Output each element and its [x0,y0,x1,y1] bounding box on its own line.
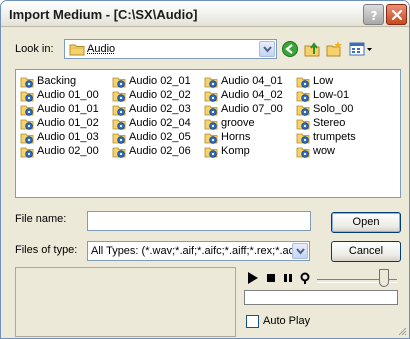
file-item-label: Audio 07_00 [221,103,283,115]
look-in-dropdown[interactable]: Audio [64,39,277,59]
loop-icon [300,272,310,284]
help-button[interactable]: ? [363,4,384,25]
file-item-label: Audio 02_03 [129,103,191,115]
volume-slider-thumb[interactable] [379,269,389,287]
pause-icon [284,274,292,282]
file-item-label: Audio 01_00 [37,89,99,101]
window-title: Import Medium - [C:\SX\Audio] [9,7,198,22]
file-item-label: Low-01 [313,89,350,101]
play-icon [248,272,258,284]
preview-panel [15,267,236,337]
file-item-label: Stereo [313,117,346,129]
audio-file-icon [296,146,311,162]
play-button[interactable] [246,271,260,285]
look-in-dropdown-button[interactable] [259,41,275,57]
file-item-label: Solo_00 [313,103,354,115]
file-item-label: Audio 02_06 [129,145,191,157]
pause-button[interactable] [281,271,295,285]
audio-file-icon [204,146,219,162]
file-item-label: Audio 02_02 [129,89,191,101]
files-of-type-value: All Types: (*.wav;*.aif;*.aifc;*.aiff;*.… [91,245,308,257]
svg-text:?: ? [371,9,378,21]
title-bar[interactable]: Import Medium - [C:\SX\Audio] ? [1,1,409,27]
stop-icon [267,274,275,282]
cancel-button[interactable]: Cancel [331,241,401,262]
file-item-label: Komp [221,145,250,157]
up-folder-button[interactable] [303,40,321,58]
file-item-label: Audio 01_03 [37,131,99,143]
chevron-down-icon [296,248,305,255]
import-medium-dialog: Import Medium - [C:\SX\Audio] ? Look in:… [0,0,410,339]
file-item-label: Backing [37,75,77,87]
look-in-label: Look in: [15,43,54,55]
file-item-label: Audio 01_01 [37,103,99,115]
files-of-type-dropdown-button[interactable] [292,243,308,259]
chevron-down-icon [263,46,272,53]
back-button[interactable] [281,40,299,58]
file-item-label: Audio 04_02 [221,89,283,101]
help-icon: ? [371,9,378,21]
new-folder-icon [326,41,342,57]
file-item-label: Audio 02_04 [129,117,191,129]
file-name-input[interactable] [87,211,311,231]
loop-button[interactable] [298,271,312,285]
files-of-type-select[interactable]: All Types: (*.wav;*.aif;*.aifc;*.aiff;*.… [87,241,310,261]
playback-progress-bar[interactable] [244,290,398,305]
audio-file-icon [112,146,127,162]
folder-icon [69,44,85,56]
auto-play-checkbox[interactable] [246,315,259,328]
file-item-label: Audio 04_01 [221,75,283,87]
new-folder-button[interactable] [325,40,343,58]
view-menu-icon [349,42,372,56]
close-button[interactable] [386,4,407,25]
file-item-label: Horns [221,131,251,143]
stop-button[interactable] [264,271,278,285]
open-button[interactable]: Open [331,212,401,233]
back-icon [282,41,298,57]
file-item-label: Audio 01_02 [37,117,99,129]
resize-grip-icon[interactable] [397,326,407,336]
files-of-type-label: Files of type: [15,244,78,256]
file-item-label: Audio 02_01 [129,75,191,87]
file-name-label: File name: [15,213,67,225]
file-item-label: Audio 02_05 [129,131,191,143]
file-list[interactable]: Backing Audio 01_00 Audio 01_01 Audio 01_02… [15,69,401,198]
file-item-label: Audio 02_00 [37,145,99,157]
file-item-label: trumpets [313,131,356,143]
audio-file-icon [20,146,35,162]
view-menu-button[interactable] [348,40,374,58]
file-item-label: groove [221,117,255,129]
file-item-label: wow [313,145,336,157]
auto-play-label: Auto Play [263,315,311,327]
up-folder-icon [304,42,320,57]
look-in-value: Audio [87,43,116,55]
file-item-label: Low [313,75,334,87]
close-icon [391,9,403,21]
